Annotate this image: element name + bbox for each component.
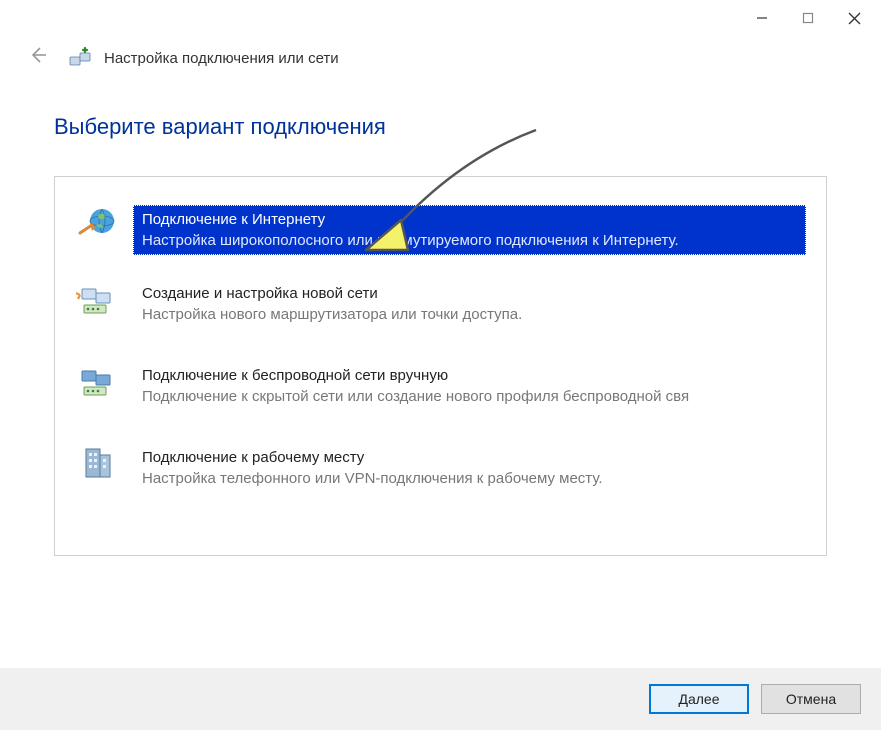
globe-icon: [75, 205, 119, 247]
option-subtitle: Подключение к скрытой сети или создание …: [142, 386, 797, 407]
building-icon: [75, 443, 119, 485]
option-title: Создание и настройка новой сети: [142, 283, 797, 304]
back-button[interactable]: [22, 42, 52, 74]
wizard-window: Настройка подключения или сети Выберите …: [0, 0, 881, 730]
option-internet-connection[interactable]: Подключение к Интернету Настройка широко…: [65, 195, 816, 265]
wizard-header: Настройка подключения или сети: [0, 36, 881, 80]
cancel-button[interactable]: Отмена: [761, 684, 861, 714]
wireless-icon: [75, 361, 119, 403]
wizard-footer: Далее Отмена: [0, 668, 881, 730]
maximize-button[interactable]: [785, 2, 831, 34]
close-button[interactable]: [831, 2, 877, 34]
wizard-content: Выберите вариант подключения Подключ: [0, 80, 881, 566]
page-heading: Выберите вариант подключения: [54, 114, 827, 140]
option-title: Подключение к Интернету: [142, 209, 797, 230]
option-subtitle: Настройка нового маршрутизатора или точк…: [142, 304, 797, 325]
connection-options-list: Подключение к Интернету Настройка широко…: [54, 176, 827, 556]
option-wireless-manual[interactable]: Подключение к беспроводной сети вручную …: [65, 353, 816, 419]
minimize-button[interactable]: [739, 2, 785, 34]
window-titlebar: [0, 0, 881, 36]
next-button[interactable]: Далее: [649, 684, 749, 714]
option-new-network[interactable]: Создание и настройка новой сети Настройк…: [65, 271, 816, 337]
option-workplace[interactable]: Подключение к рабочему месту Настройка т…: [65, 435, 816, 501]
network-setup-icon: [68, 45, 94, 71]
header-title-text: Настройка подключения или сети: [104, 50, 339, 67]
option-subtitle: Настройка широкополосного или коммутируе…: [142, 230, 797, 251]
option-title: Подключение к беспроводной сети вручную: [142, 365, 797, 386]
router-icon: [75, 279, 119, 321]
option-subtitle: Настройка телефонного или VPN-подключени…: [142, 468, 797, 489]
option-title: Подключение к рабочему месту: [142, 447, 797, 468]
